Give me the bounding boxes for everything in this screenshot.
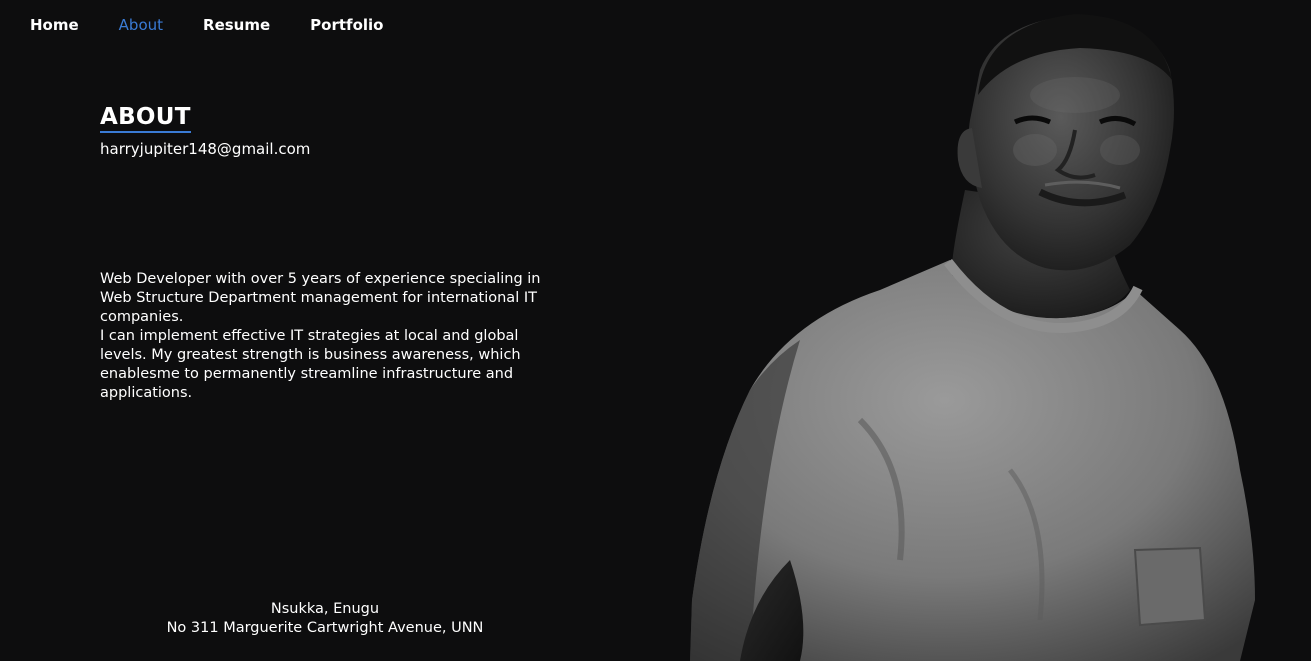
about-heading: ABOUT bbox=[100, 104, 191, 133]
nav-link-resume[interactable]: Resume bbox=[203, 16, 270, 34]
email-address: harryjupiter148@gmail.com bbox=[100, 140, 311, 158]
address-city: Nsukka, Enugu bbox=[270, 601, 380, 617]
bio-text: Web Developer with over 5 years of exper… bbox=[100, 270, 555, 403]
nav-link-about[interactable]: About bbox=[119, 16, 163, 34]
nav-link-portfolio[interactable]: Portfolio bbox=[310, 16, 383, 34]
address-block: Nsukka, Enugu No 311 Marguerite Cartwrig… bbox=[100, 600, 550, 638]
portrait-photo bbox=[680, 0, 1311, 661]
main-nav: Home About Resume Portfolio bbox=[30, 16, 423, 34]
address-street: No 311 Marguerite Cartwright Avenue, UNN bbox=[166, 620, 484, 636]
bio-paragraph-2: I can implement effective IT strategies … bbox=[100, 328, 521, 401]
nav-link-home[interactable]: Home bbox=[30, 16, 79, 34]
bio-paragraph-1: Web Developer with over 5 years of exper… bbox=[100, 271, 541, 325]
